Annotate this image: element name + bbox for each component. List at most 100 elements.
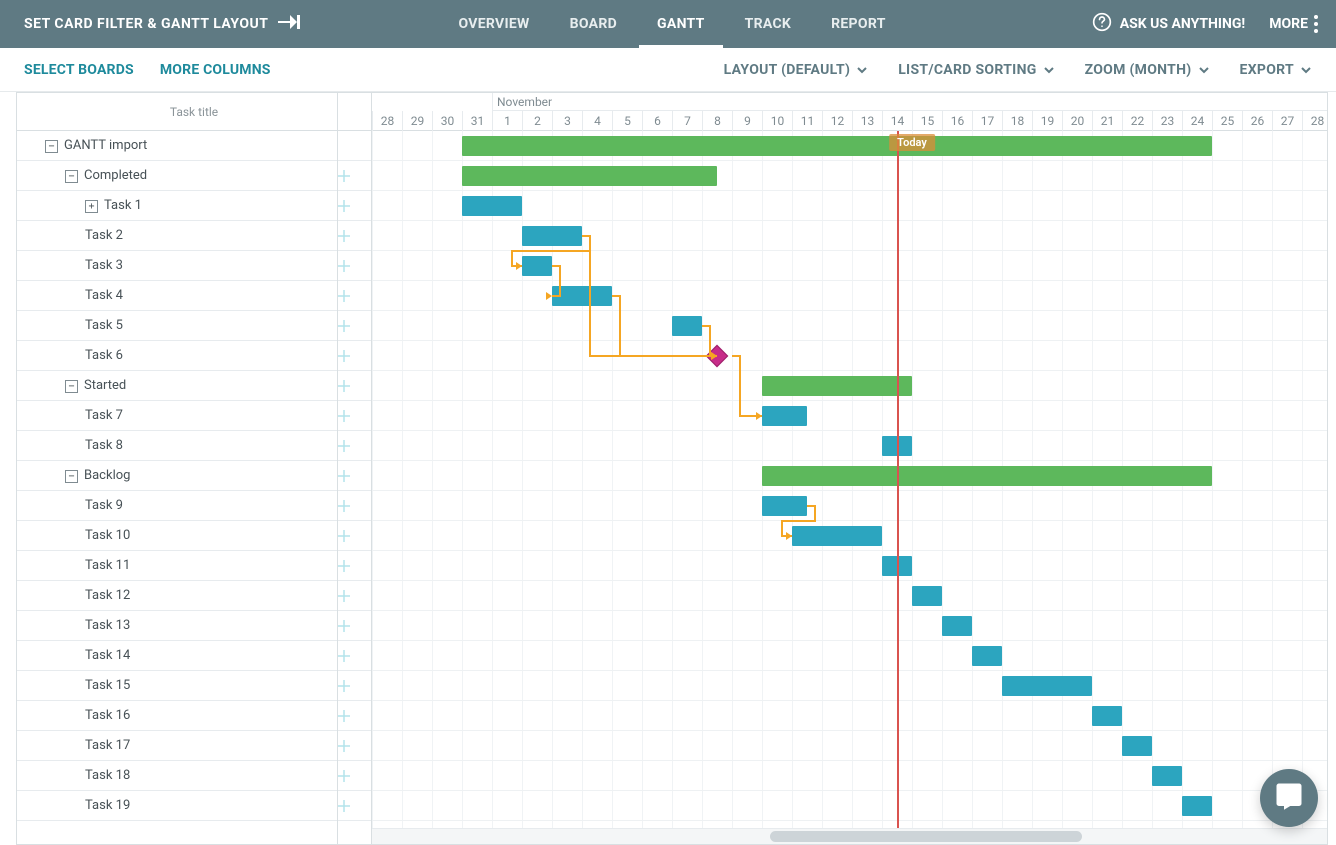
- tab-board[interactable]: BOARD: [552, 0, 635, 48]
- gantt-bar[interactable]: [912, 586, 942, 606]
- gantt-bar[interactable]: [882, 436, 912, 456]
- chevron-down-icon: [1043, 64, 1055, 76]
- task-label: Task 15: [85, 678, 130, 693]
- task-label: Backlog: [84, 468, 130, 483]
- gantt-bar[interactable]: [942, 616, 972, 636]
- chevron-down-icon: [856, 64, 868, 76]
- dropdown-layout[interactable]: LAYOUT (DEFAULT): [724, 62, 869, 78]
- timeline-pane: November28293031123456789101112131415161…: [372, 93, 1327, 844]
- task-row[interactable]: −Completed: [17, 161, 371, 191]
- task-row[interactable]: −GANTT import: [17, 131, 371, 161]
- day-cell: 2: [522, 111, 552, 131]
- task-row[interactable]: Task 5: [17, 311, 371, 341]
- day-cell: 13: [852, 111, 882, 131]
- column-splitter[interactable]: [337, 93, 338, 844]
- day-cell: 20: [1062, 111, 1092, 131]
- task-row[interactable]: Task 3: [17, 251, 371, 281]
- tab-track[interactable]: TRACK: [727, 0, 810, 48]
- collapse-icon[interactable]: −: [45, 140, 58, 153]
- gantt-bar[interactable]: [792, 526, 882, 546]
- task-label: Task 9: [85, 498, 123, 513]
- task-row[interactable]: −Backlog: [17, 461, 371, 491]
- arrow-right-bar-icon: [278, 15, 300, 33]
- gantt-bar[interactable]: [1122, 736, 1152, 756]
- gantt-bar[interactable]: [762, 376, 912, 396]
- task-list-pane: Task title −GANTT import−Completed + Task …: [17, 93, 372, 844]
- more-menu-button[interactable]: MORE: [1263, 15, 1324, 33]
- day-cell: 9: [732, 111, 762, 131]
- day-band: 2829303112345678910111213141516171819202…: [372, 111, 1327, 131]
- task-row[interactable]: Task 7: [17, 401, 371, 431]
- gantt-chart-body[interactable]: Today: [372, 131, 1327, 828]
- task-row[interactable]: Task 6: [17, 341, 371, 371]
- day-cell: 10: [762, 111, 792, 131]
- gantt-bar[interactable]: [522, 226, 582, 246]
- more-label: MORE: [1269, 16, 1308, 32]
- gantt-bar[interactable]: [882, 556, 912, 576]
- main-tabs: OVERVIEWBOARDGANTTTRACKREPORT: [440, 0, 903, 48]
- task-row[interactable]: Task 4: [17, 281, 371, 311]
- day-cell: 24: [1182, 111, 1212, 131]
- month-label: November: [492, 93, 1327, 111]
- task-row[interactable]: Task 17: [17, 731, 371, 761]
- expand-icon[interactable]: +: [85, 200, 98, 213]
- gantt-bar[interactable]: [672, 316, 702, 336]
- gantt-bar[interactable]: [762, 496, 807, 516]
- task-label: Task 1: [104, 198, 142, 213]
- task-row[interactable]: Task 14: [17, 641, 371, 671]
- task-row[interactable]: Task 9: [17, 491, 371, 521]
- chevron-down-icon: [1198, 64, 1210, 76]
- subnav-select-boards[interactable]: SELECT BOARDS: [24, 62, 134, 78]
- set-filter-button[interactable]: SET CARD FILTER & GANTT LAYOUT: [0, 15, 320, 33]
- task-row[interactable]: Task 10: [17, 521, 371, 551]
- task-row[interactable]: Task 11: [17, 551, 371, 581]
- task-label: Task 6: [85, 348, 123, 363]
- task-row[interactable]: Task 16: [17, 701, 371, 731]
- task-row[interactable]: Task 15: [17, 671, 371, 701]
- day-cell: 1: [492, 111, 522, 131]
- task-label: Task 14: [85, 648, 130, 663]
- tab-overview[interactable]: OVERVIEW: [440, 0, 547, 48]
- day-cell: 26: [1242, 111, 1272, 131]
- ask-us-button[interactable]: ASK US ANYTHING!: [1092, 12, 1245, 36]
- task-title-header: Task title: [17, 93, 371, 131]
- gantt-bar[interactable]: [462, 196, 522, 216]
- chat-launcher-button[interactable]: [1260, 769, 1318, 827]
- gantt-bar[interactable]: [1152, 766, 1182, 786]
- collapse-icon[interactable]: −: [65, 170, 78, 183]
- gantt-bar[interactable]: [762, 466, 1212, 486]
- day-cell: 25: [1212, 111, 1242, 131]
- collapse-icon[interactable]: −: [65, 380, 78, 393]
- tab-report[interactable]: REPORT: [813, 0, 904, 48]
- task-row[interactable]: Task 12: [17, 581, 371, 611]
- task-row[interactable]: Task 18: [17, 761, 371, 791]
- task-row[interactable]: Task 19: [17, 791, 371, 821]
- collapse-icon[interactable]: −: [65, 470, 78, 483]
- tab-gantt[interactable]: GANTT: [639, 0, 723, 48]
- day-cell: 29: [402, 111, 432, 131]
- day-cell: 6: [642, 111, 672, 131]
- dropdown-export[interactable]: EXPORT: [1240, 62, 1312, 78]
- gantt-bar[interactable]: [462, 136, 1212, 156]
- gantt-bar[interactable]: [552, 286, 612, 306]
- horizontal-scrollbar[interactable]: [372, 828, 1327, 844]
- task-row[interactable]: Task 13: [17, 611, 371, 641]
- gantt-bar[interactable]: [462, 166, 717, 186]
- gantt-bar[interactable]: [522, 256, 552, 276]
- dropdown-zoom[interactable]: ZOOM (MONTH): [1085, 62, 1210, 78]
- subnav-more-columns[interactable]: MORE COLUMNS: [160, 62, 271, 78]
- task-row[interactable]: −Started: [17, 371, 371, 401]
- gantt-bar[interactable]: [1182, 796, 1212, 816]
- task-label: Task 13: [85, 618, 130, 633]
- gantt-bar[interactable]: [1002, 676, 1092, 696]
- dropdown-list/card[interactable]: LIST/CARD SORTING: [898, 62, 1054, 78]
- task-row[interactable]: Task 8: [17, 431, 371, 461]
- gantt-bar[interactable]: [762, 406, 807, 426]
- day-cell: 17: [972, 111, 1002, 131]
- gantt-bar[interactable]: [1092, 706, 1122, 726]
- task-row[interactable]: Task 2: [17, 221, 371, 251]
- scroll-thumb[interactable]: [770, 831, 1082, 842]
- day-cell: 14: [882, 111, 912, 131]
- task-row[interactable]: + Task 1: [17, 191, 371, 221]
- gantt-bar[interactable]: [972, 646, 1002, 666]
